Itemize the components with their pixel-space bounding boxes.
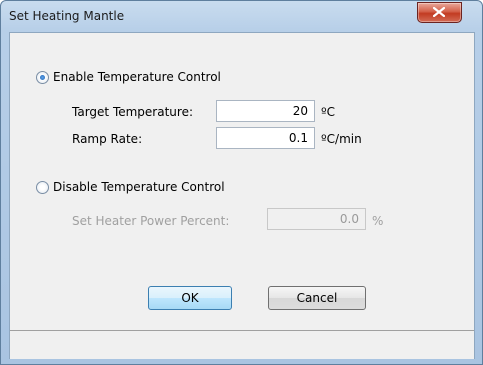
heater-power-percent-unit: % [372, 214, 384, 228]
enable-temperature-control-radio[interactable]: Enable Temperature Control [36, 70, 221, 84]
heater-power-percent-label: Set Heater Power Percent: [72, 214, 230, 228]
enable-temperature-control-label: Enable Temperature Control [53, 70, 221, 84]
title-bar[interactable]: Set Heating Mantle [1, 1, 482, 33]
disable-temperature-control-radio[interactable]: Disable Temperature Control [36, 180, 225, 194]
close-button[interactable] [417, 2, 462, 23]
cancel-button[interactable]: Cancel [268, 286, 366, 310]
target-temperature-input[interactable]: 20 [216, 100, 315, 122]
target-temperature-unit: ºC [321, 105, 336, 119]
ramp-rate-label: Ramp Rate: [72, 132, 143, 146]
dialog-window: Set Heating Mantle Enable Temperature Co… [0, 0, 483, 365]
window-title: Set Heating Mantle [9, 9, 125, 23]
dialog-content: Enable Temperature Control Target Temper… [10, 33, 474, 330]
target-temperature-label: Target Temperature: [72, 105, 193, 119]
radio-unselected-icon [36, 180, 49, 194]
ok-button[interactable]: OK [148, 286, 232, 310]
status-bar [10, 330, 474, 359]
disable-temperature-control-label: Disable Temperature Control [53, 180, 225, 194]
ramp-rate-input[interactable]: 0.1 [216, 127, 315, 149]
dialog-client-area: Enable Temperature Control Target Temper… [9, 32, 475, 359]
radio-selected-icon [36, 70, 49, 84]
heater-power-percent-input[interactable]: 0.0 [267, 208, 366, 230]
ramp-rate-unit: ºC/min [321, 132, 362, 146]
close-icon [433, 7, 445, 17]
